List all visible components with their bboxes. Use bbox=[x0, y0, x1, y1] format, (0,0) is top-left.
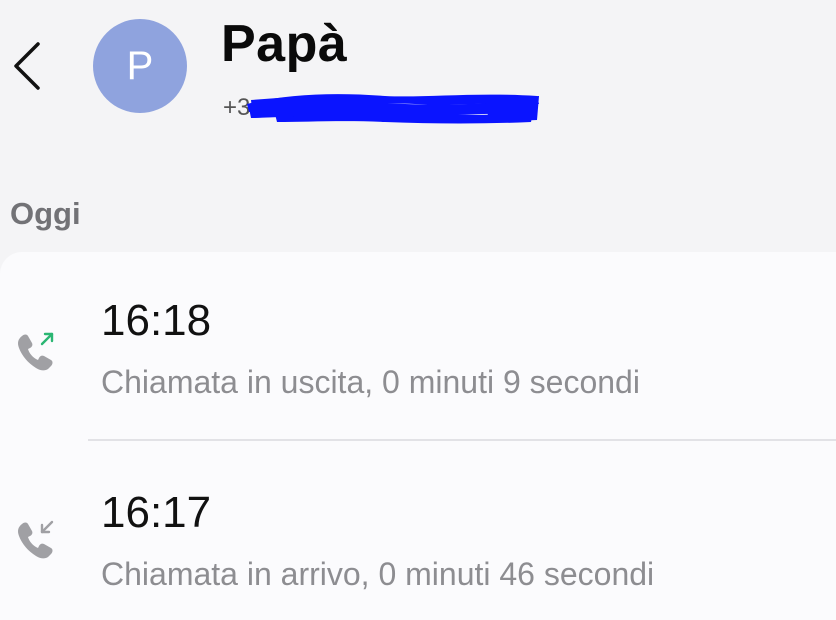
call-detail: Chiamata in arrivo, 0 minuti 46 secondi bbox=[101, 556, 655, 592]
call-time: 16:18 bbox=[101, 296, 212, 345]
contact-header: P Papà +3 Oggi bbox=[0, 0, 836, 250]
call-time: 16:17 bbox=[101, 488, 212, 537]
back-button[interactable] bbox=[8, 36, 48, 96]
incoming-call-icon bbox=[18, 520, 54, 559]
contact-name: Papà bbox=[221, 15, 348, 73]
call-log-row[interactable]: 16:17 Chiamata in arrivo, 0 minuti 46 se… bbox=[0, 442, 836, 620]
avatar: P bbox=[93, 19, 187, 113]
redaction-scribble bbox=[247, 94, 539, 124]
call-log-list: 16:18 Chiamata in uscita, 0 minuti 9 sec… bbox=[0, 252, 836, 620]
phone-number: +3 bbox=[223, 94, 543, 130]
chevron-left-icon bbox=[14, 42, 40, 90]
outgoing-call-icon bbox=[18, 332, 54, 371]
call-log-row[interactable]: 16:18 Chiamata in uscita, 0 minuti 9 sec… bbox=[0, 252, 836, 442]
call-detail: Chiamata in uscita, 0 minuti 9 secondi bbox=[101, 364, 640, 400]
section-label-today: Oggi bbox=[10, 196, 81, 231]
row-divider bbox=[88, 439, 836, 441]
